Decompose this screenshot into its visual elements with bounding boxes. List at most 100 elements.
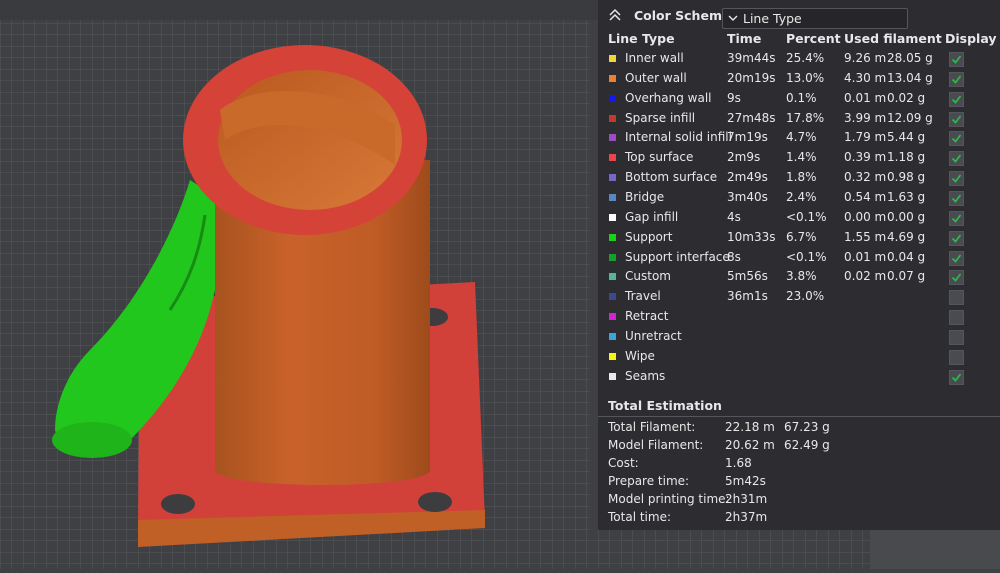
estimation-value: 1.68 [725,456,752,470]
time-value: 10m33s [727,229,776,244]
filament-length: 0.01 m [844,249,887,264]
collapse-chevron-icon[interactable] [608,8,622,22]
display-checkbox[interactable] [949,71,964,87]
filament-length: 0.02 m [844,269,887,284]
display-checkbox[interactable] [949,349,964,365]
display-checkbox[interactable] [949,369,964,385]
color-swatch [609,134,616,142]
color-swatch [609,174,616,182]
filament-weight: 5.44 g [887,130,926,145]
display-checkbox[interactable] [949,91,964,107]
legend-row: Overhang wall 9s 0.1% 0.01 m 0.02 g [598,90,1000,110]
color-swatch [609,293,616,301]
legend-row: Retract [598,308,1000,328]
color-swatch [609,332,616,340]
display-checkbox[interactable] [949,111,964,127]
display-checkbox[interactable] [949,171,964,187]
line-type-name: Support interface [625,249,730,264]
display-checkbox[interactable] [949,131,964,147]
line-type-name: Overhang wall [625,90,712,105]
estimation-label: Total Filament: [608,420,696,434]
filament-weight: 4.69 g [887,229,926,244]
legend-row: Travel 36m1s 23.0% [598,288,1000,308]
color-scheme-dropdown[interactable]: Line Type [722,8,908,29]
display-checkbox[interactable] [949,52,964,67]
display-checkbox[interactable] [949,329,964,345]
filament-length: 1.55 m [844,229,887,244]
estimation-label: Model printing time: [608,492,730,506]
line-type-name: Wipe [625,348,655,363]
legend-row: Support 10m33s 6.7% 1.55 m 4.69 g [598,229,1000,249]
estimation-value: 2h37m [725,510,768,524]
percent-value: 17.8% [786,110,825,125]
filament-weight: 0.98 g [887,170,926,185]
legend-row: Outer wall 20m19s 13.0% 4.30 m 13.04 g [598,70,1000,90]
color-scheme-value: Line Type [743,11,802,26]
filament-weight: 28.05 g [887,51,933,65]
percent-value: 6.7% [786,229,817,244]
percent-value: 2.4% [786,189,817,204]
line-type-name: Bottom surface [625,170,718,185]
display-checkbox[interactable] [949,151,964,167]
color-swatch [609,352,616,360]
line-type-name: Bridge [625,189,665,204]
filament-weight: 12.09 g [887,110,933,125]
line-type-name: Sparse infill [625,110,696,125]
filament-weight: 1.18 g [887,150,926,165]
line-type-name: Internal solid infill [625,130,732,145]
line-type-name: Outer wall [625,70,687,85]
display-checkbox[interactable] [949,230,964,246]
time-value: 2m49s [727,170,768,185]
legend-row: Bottom surface 2m49s 1.8% 0.32 m 0.98 g [598,169,1000,189]
display-checkbox[interactable] [949,250,964,266]
header-percent: Percent [786,31,841,46]
estimation-value: 20.62 m [725,438,775,452]
display-checkbox[interactable] [949,270,964,286]
filament-weight: 0.07 g [887,269,926,284]
estimation-row: Model Filament: 20.62 m 62.49 g [608,438,988,456]
legend-row: Wipe [598,348,1000,368]
color-swatch [609,193,616,201]
legend-row: Unretract [598,328,1000,348]
color-swatch [609,372,616,380]
estimation-value: 2h31m [725,492,768,506]
line-type-name: Travel [625,289,661,304]
time-value: 2m9s [727,150,761,165]
time-value: 8s [727,249,741,264]
filament-length: 0.39 m [844,150,887,165]
filament-length: 4.30 m [844,70,887,85]
legend-row: Internal solid infill 7m19s 4.7% 1.79 m 5.44… [598,129,1000,149]
estimation-row: Cost: 1.68 [608,456,988,474]
percent-value: 1.8% [786,170,817,185]
header-used-filament: Used filament [844,31,942,46]
display-checkbox[interactable] [949,310,964,326]
estimation-row: Total time: 2h37m [608,510,988,528]
percent-value: 25.4% [786,51,825,65]
color-swatch [609,94,616,102]
line-type-name: Inner wall [625,51,684,65]
percent-value: 1.4% [786,150,817,165]
total-estimation-title: Total Estimation [608,398,722,413]
display-checkbox[interactable] [949,190,964,206]
chevron-down-icon [728,12,738,22]
estimation-label: Total time: [608,510,671,524]
line-type-name: Seams [625,368,666,383]
estimation-label: Cost: [608,456,639,470]
estimation-value-2: 67.23 g [784,420,830,434]
line-type-name: Unretract [625,328,682,343]
legend-row: Sparse infill 27m48s 17.8% 3.99 m 12.09 g [598,110,1000,130]
display-checkbox[interactable] [949,290,964,306]
filament-weight: 1.63 g [887,189,926,204]
estimation-label: Model Filament: [608,438,704,452]
line-type-name: Top surface [625,150,694,165]
percent-value: 0.1% [786,90,817,105]
filament-length: 9.26 m [844,51,887,65]
color-swatch [609,55,616,62]
legend-row: Support interface 8s <0.1% 0.01 m 0.04 g [598,249,1000,269]
color-swatch [609,313,616,321]
divider [598,416,1000,417]
time-value: 4s [727,209,741,224]
color-swatch [609,233,616,241]
display-checkbox[interactable] [949,210,964,226]
legend-row: Custom 5m56s 3.8% 0.02 m 0.07 g [598,268,1000,288]
